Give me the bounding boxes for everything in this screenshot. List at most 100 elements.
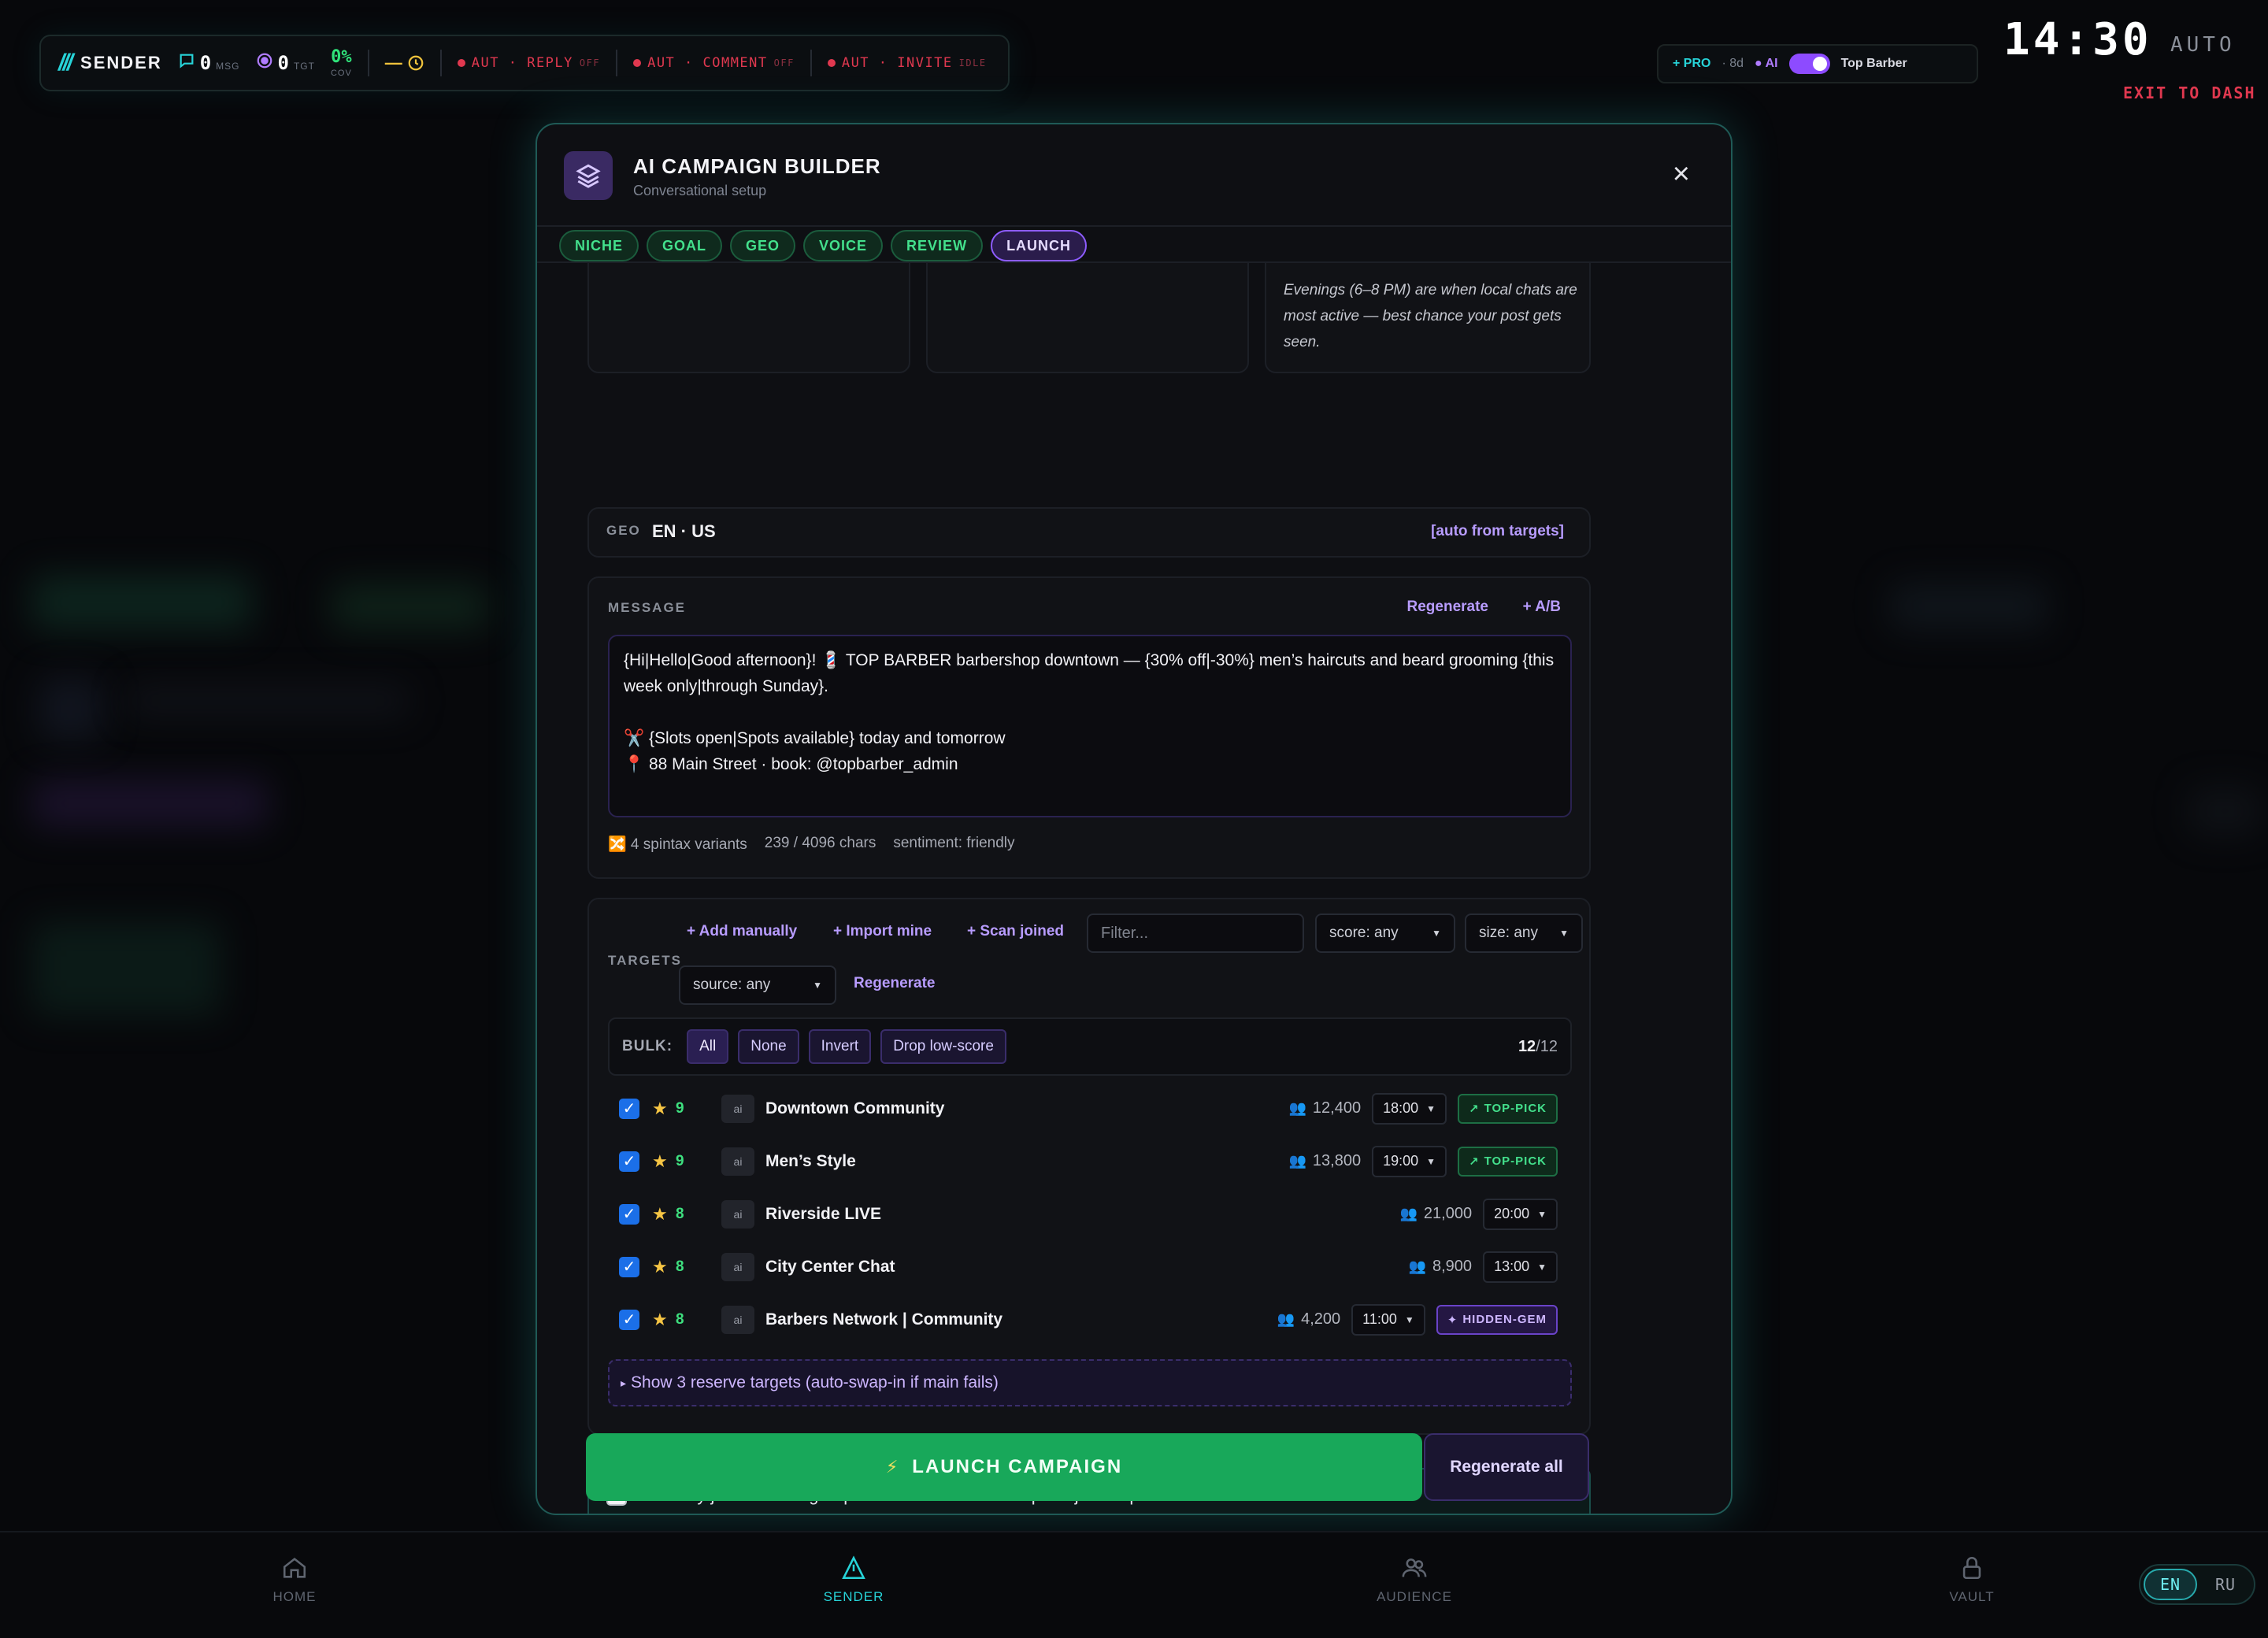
message-textarea[interactable]: {Hi|Hello|Good afternoon}! 💈 TOP BARBER … xyxy=(608,635,1572,817)
automation-reply[interactable]: AUT · REPLY OFF xyxy=(457,55,600,71)
row-meta: 👥 8,900 13:00 ▼ xyxy=(1409,1251,1558,1283)
close-icon[interactable]: × xyxy=(1673,158,1690,191)
char-count: 239 / 4096 chars xyxy=(764,835,876,851)
tab-niche[interactable]: NICHE xyxy=(559,230,639,261)
modal-scroll-area[interactable]: Evenings (6–8 PM) are when local chats a… xyxy=(537,263,1731,1514)
row-name[interactable]: Men’s Style xyxy=(765,1152,856,1171)
row-members: 👥 13,800 xyxy=(1288,1152,1362,1169)
size-filter-select[interactable]: size: any ▼ xyxy=(1465,914,1583,953)
row-meta: 👥 21,000 20:00 ▼ xyxy=(1399,1198,1558,1230)
add-manually-button[interactable]: + Add manually xyxy=(687,923,797,940)
table-row[interactable]: ✓ ★ 8 ai City Center Chat 👥 8,900 13:00 ▼ xyxy=(608,1240,1572,1293)
show-reserve-toggle[interactable]: ▸ Show 3 reserve targets (auto-swap-in i… xyxy=(608,1359,1572,1406)
targets-count: 0 xyxy=(277,52,289,74)
ai-label: ● AI xyxy=(1755,57,1778,70)
row-checkbox[interactable]: ✓ xyxy=(619,1098,639,1119)
plan-days: · 8d xyxy=(1721,57,1744,70)
source-filter-select[interactable]: source: any ▼ xyxy=(679,965,836,1005)
target-icon xyxy=(256,52,273,74)
tab-review[interactable]: REVIEW xyxy=(891,230,984,261)
automation-comment[interactable]: AUT · COMMENT OFF xyxy=(633,55,795,71)
row-time-select[interactable]: 19:00 ▼ xyxy=(1372,1145,1447,1177)
row-name[interactable]: Riverside LIVE xyxy=(765,1205,881,1224)
messages-stat: 0 MSG xyxy=(178,52,240,74)
dash-icon: — xyxy=(384,53,402,72)
trend-up-icon: ↗ xyxy=(1469,1154,1480,1169)
lang-en[interactable]: EN xyxy=(2144,1569,2197,1600)
tab-launch[interactable]: LAUNCH xyxy=(991,230,1088,261)
exit-to-dash-link[interactable]: EXIT TO DASH xyxy=(2123,83,2256,102)
automation-invite[interactable]: AUT · INVITE IDLE xyxy=(827,55,987,71)
divider xyxy=(616,50,618,76)
regenerate-message-button[interactable]: Regenerate xyxy=(1407,598,1489,616)
drop-low-score-button[interactable]: Drop low-score xyxy=(880,1029,1006,1064)
row-time-select[interactable]: 11:00 ▼ xyxy=(1351,1303,1425,1336)
size-filter-value: size: any xyxy=(1479,925,1538,941)
invert-selection-button[interactable]: Invert xyxy=(808,1029,872,1064)
row-checkbox[interactable]: ✓ xyxy=(619,1309,639,1330)
targets-list[interactable]: ✓ ★ 9 ai Downtown Community 👥 12,400 18:00 ▼ ↗ TOP… xyxy=(608,1082,1572,1350)
clock-icon xyxy=(408,55,424,71)
row-source: ai xyxy=(721,1199,754,1228)
regenerate-all-button[interactable]: Regenerate all xyxy=(1424,1433,1589,1501)
table-row[interactable]: ✓ ★ 8 ai Barbers Network | Community 👥 4,200 11… xyxy=(608,1293,1572,1346)
brand-name: SENDER xyxy=(80,53,162,72)
launch-label: LAUNCH CAMPAIGN xyxy=(912,1456,1123,1477)
sentiment: sentiment: friendly xyxy=(893,835,1015,851)
filter-input[interactable] xyxy=(1087,914,1304,953)
messages-count: 0 xyxy=(199,52,212,74)
ai-toggle[interactable] xyxy=(1788,54,1830,74)
nav-label: SENDER xyxy=(823,1589,884,1604)
chevron-down-icon: ▼ xyxy=(1537,1261,1547,1273)
row-checkbox[interactable]: ✓ xyxy=(619,1151,639,1172)
star-icon: ★ xyxy=(652,1309,668,1329)
account-name[interactable]: Top Barber xyxy=(1841,57,1907,71)
select-none-button[interactable]: None xyxy=(738,1029,799,1064)
tab-geo[interactable]: GEO xyxy=(730,230,796,261)
nav-home[interactable]: HOME xyxy=(232,1555,358,1605)
row-checkbox[interactable]: ✓ xyxy=(619,1203,639,1225)
nav-audience[interactable]: AUDIENCE xyxy=(1351,1555,1477,1605)
add-ab-button[interactable]: + A/B xyxy=(1523,598,1561,616)
row-time-select[interactable]: 13:00 ▼ xyxy=(1483,1251,1558,1283)
row-time-select[interactable]: 20:00 ▼ xyxy=(1483,1198,1558,1230)
table-row[interactable]: ✓ ★ 8 ai Riverside LIVE 👥 21,000 20:00 ▼ xyxy=(608,1188,1572,1240)
targets-label: TARGETS xyxy=(608,953,682,968)
brand[interactable]: /// SENDER xyxy=(58,50,162,76)
row-name[interactable]: City Center Chat xyxy=(765,1258,895,1277)
table-row[interactable]: ✓ ★ 9 ai Men’s Style 👥 13,800 19:00 ▼ ↗ TOP-PICK xyxy=(608,1135,1572,1188)
score-filter-select[interactable]: score: any ▼ xyxy=(1315,914,1455,953)
launch-campaign-button[interactable]: ⚡ LAUNCH CAMPAIGN xyxy=(586,1433,1422,1501)
row-tag: ↗ TOP-PICK xyxy=(1458,1093,1558,1124)
modal-title: AI CAMPAIGN BUILDER xyxy=(633,154,881,178)
message-icon xyxy=(178,52,195,74)
timing-card xyxy=(926,263,1249,373)
campaign-builder-modal: AI CAMPAIGN BUILDER Conversational setup… xyxy=(536,123,1732,1515)
source-filter-value: source: any xyxy=(693,976,771,993)
geo-card: GEO EN · US [auto from targets] xyxy=(587,507,1591,558)
plan-badge[interactable]: + PRO xyxy=(1673,57,1710,71)
row-time-select[interactable]: 18:00 ▼ xyxy=(1372,1092,1447,1125)
tab-voice[interactable]: VOICE xyxy=(803,230,884,261)
nav-vault[interactable]: VAULT xyxy=(1909,1555,2035,1605)
import-mine-button[interactable]: + Import mine xyxy=(833,923,932,940)
lang-ru[interactable]: RU xyxy=(2200,1569,2251,1600)
row-checkbox[interactable]: ✓ xyxy=(619,1256,639,1277)
row-source: ai xyxy=(721,1147,754,1176)
select-all-button[interactable]: All xyxy=(687,1029,729,1064)
nav-sender[interactable]: SENDER xyxy=(791,1555,917,1605)
table-row[interactable]: ✓ ★ 9 ai Downtown Community 👥 12,400 18:00 ▼ ↗ TOP… xyxy=(608,1082,1572,1135)
coverage-value: 0% xyxy=(331,46,352,67)
trend-up-icon: ↗ xyxy=(1469,1102,1480,1116)
geo-auto-link[interactable]: [auto from targets] xyxy=(1431,523,1564,540)
timing-card xyxy=(587,263,910,373)
regenerate-targets-button[interactable]: Regenerate xyxy=(854,975,936,992)
row-name[interactable]: Downtown Community xyxy=(765,1099,944,1118)
status-bar: /// SENDER 0 MSG 0 TGT 0% COV — AUT · RE… xyxy=(39,35,1010,91)
automation-label: AUT · INVITE xyxy=(841,55,953,71)
users-icon: 👥 xyxy=(1288,1153,1306,1169)
tab-goal[interactable]: GOAL xyxy=(647,230,723,261)
table-row[interactable]: ✓★8aiSelf-care for Men👥7,30021:00▼✦HIDDE… xyxy=(608,1346,1572,1350)
scan-joined-button[interactable]: + Scan joined xyxy=(967,923,1064,940)
row-name[interactable]: Barbers Network | Community xyxy=(765,1310,1002,1329)
